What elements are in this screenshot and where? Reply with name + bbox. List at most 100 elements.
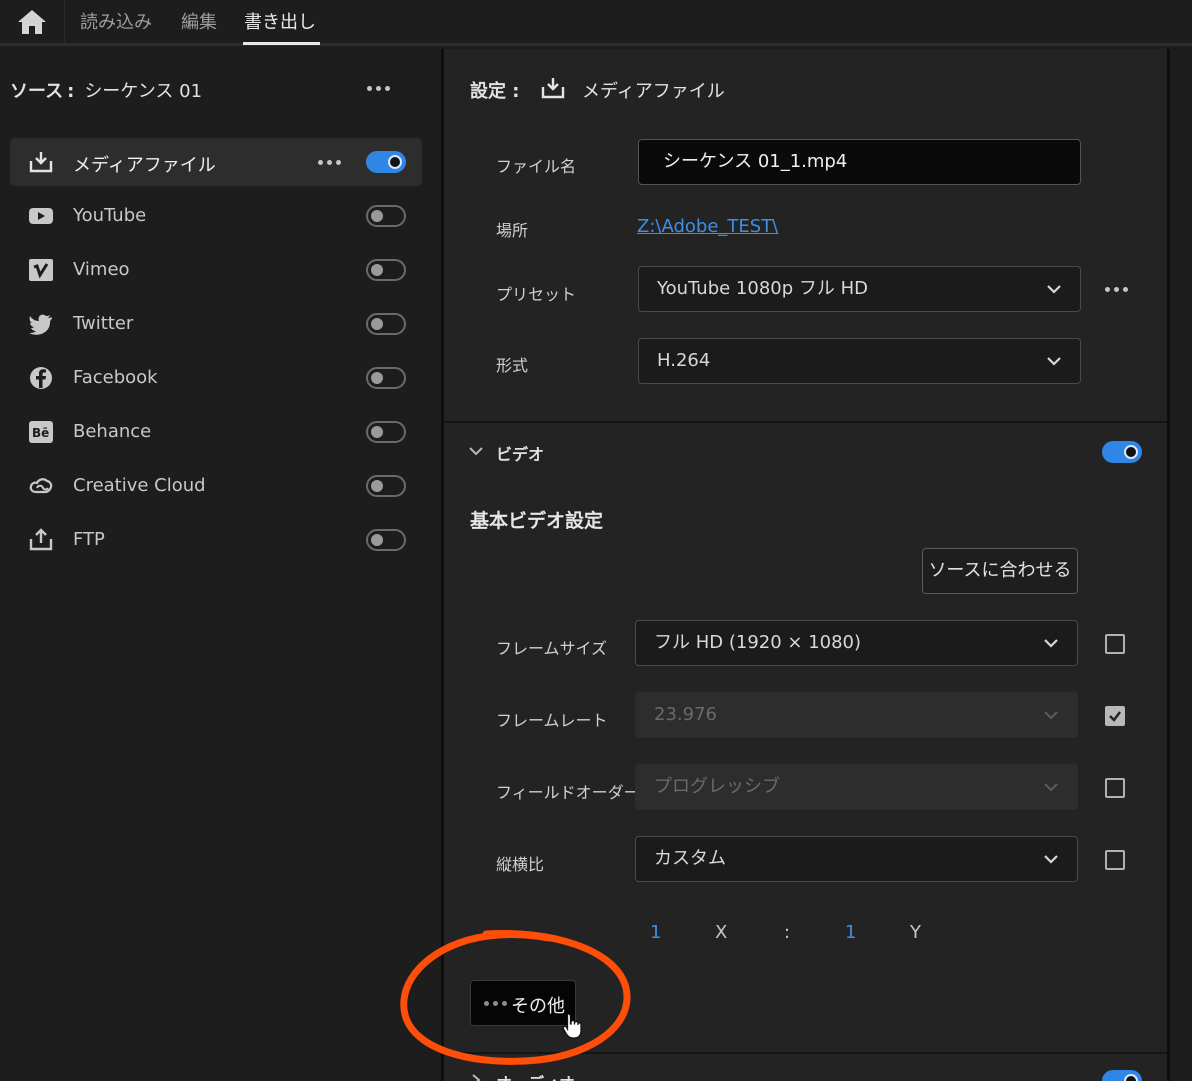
checkmark-icon [1109, 711, 1121, 722]
destination-label: Vimeo [73, 259, 130, 280]
aspect-separator: : [784, 922, 791, 943]
frame-size-checkbox[interactable] [1105, 634, 1125, 654]
twitter-toggle[interactable] [366, 313, 406, 335]
field-order-checkbox[interactable] [1105, 778, 1125, 798]
format-label: 形式 [496, 356, 529, 375]
field-order-label: フィールドオーダー [496, 783, 640, 802]
chevron-down-icon [1046, 354, 1062, 368]
chevron-down-icon [1043, 636, 1059, 650]
aspect-x-label: X [715, 922, 728, 943]
ftp-toggle[interactable] [366, 529, 406, 551]
frame-rate-checkbox[interactable] [1105, 706, 1125, 726]
destination-creative-cloud[interactable]: Creative Cloud [10, 462, 422, 510]
hand-cursor-icon [561, 1012, 585, 1040]
preset-label: プリセット [496, 285, 577, 304]
frame-rate-value: 23.976 [654, 704, 717, 725]
field-order-value: プログレッシブ [654, 776, 780, 797]
download-icon [540, 76, 566, 100]
preset-dropdown[interactable]: YouTube 1080p フル HD [638, 266, 1081, 312]
aspect-checkbox[interactable] [1105, 850, 1125, 870]
chevron-down-icon [1043, 852, 1059, 866]
upload-icon [28, 528, 54, 552]
destination-media-file[interactable]: メディアファイル [10, 138, 422, 186]
destination-label: Behance [73, 421, 152, 442]
home-icon[interactable] [16, 8, 48, 36]
download-icon [28, 150, 54, 174]
preset-value: YouTube 1080p フル HD [657, 278, 868, 299]
preset-more-icon[interactable] [1105, 287, 1128, 292]
facebook-icon [28, 366, 54, 390]
filename-input[interactable]: シーケンス 01_1.mp4 [638, 139, 1081, 185]
vimeo-toggle[interactable] [366, 259, 406, 281]
creative-cloud-toggle[interactable] [366, 475, 406, 497]
field-order-dropdown: プログレッシブ [635, 764, 1078, 810]
destination-twitter[interactable]: Twitter [10, 300, 422, 348]
section-divider [444, 1052, 1167, 1054]
frame-rate-label: フレームレート [496, 711, 608, 730]
behance-toggle[interactable] [366, 421, 406, 443]
chevron-right-icon[interactable] [468, 1073, 484, 1081]
location-label: 場所 [496, 221, 529, 240]
chevron-down-icon [1046, 282, 1062, 296]
vimeo-icon [28, 258, 54, 282]
basic-video-settings-title: 基本ビデオ設定 [470, 510, 604, 532]
frame-size-label: フレームサイズ [496, 639, 608, 658]
aspect-x-value[interactable]: 1 [650, 922, 661, 943]
filename-label: ファイル名 [496, 157, 577, 176]
destination-facebook[interactable]: Facebook [10, 354, 422, 402]
destination-label: Creative Cloud [73, 475, 206, 496]
more-icon [484, 1001, 507, 1006]
behance-icon: Bē [28, 420, 54, 444]
right-gutter [1170, 49, 1192, 1081]
frame-size-value: フル HD (1920 × 1080) [654, 632, 862, 653]
youtube-icon [28, 204, 54, 228]
tab-edit[interactable]: 編集 [181, 8, 217, 34]
video-section-label[interactable]: ビデオ [496, 441, 544, 465]
chevron-down-icon [1043, 708, 1059, 722]
frame-size-dropdown[interactable]: フル HD (1920 × 1080) [635, 620, 1078, 666]
source-more-icon[interactable] [367, 86, 390, 91]
aspect-y-value[interactable]: 1 [845, 922, 856, 943]
destination-ftp[interactable]: FTP [10, 516, 422, 564]
top-nav-bar: 読み込み 編集 書き出し [0, 0, 1192, 46]
destination-label: メディアファイル [73, 155, 216, 176]
audio-toggle[interactable] [1102, 1070, 1142, 1081]
nav-separator [64, 0, 65, 44]
aspect-value: カスタム [654, 848, 726, 869]
source-label: ソース [10, 81, 64, 102]
destination-youtube[interactable]: YouTube [10, 192, 422, 240]
section-divider [444, 421, 1167, 423]
chevron-down-icon [1043, 780, 1059, 794]
destination-label: Facebook [73, 367, 158, 388]
creative-cloud-icon [28, 474, 54, 498]
svg-text:Bē: Bē [32, 426, 49, 440]
destination-label: Twitter [73, 313, 134, 334]
audio-section-label[interactable]: オーディオ [496, 1070, 575, 1081]
tab-import[interactable]: 読み込み [80, 8, 152, 34]
media-file-toggle[interactable] [366, 151, 406, 173]
twitter-icon [28, 312, 54, 336]
format-value: H.264 [657, 350, 711, 371]
more-label: その他 [511, 996, 565, 1017]
settings-title: 設定 : [470, 81, 520, 102]
media-file-more-icon[interactable] [318, 160, 341, 165]
aspect-label: 縦横比 [496, 855, 545, 874]
facebook-toggle[interactable] [366, 367, 406, 389]
location-link[interactable]: Z:\Adobe_TEST\ [637, 216, 778, 237]
match-source-button[interactable]: ソースに合わせる [922, 548, 1078, 594]
destination-behance[interactable]: Bē Behance [10, 408, 422, 456]
destination-vimeo[interactable]: Vimeo [10, 246, 422, 294]
chevron-down-icon[interactable] [468, 444, 484, 458]
settings-panel: 設定 : メディアファイル ファイル名 シーケンス 01_1.mp4 場所 Z:… [444, 49, 1167, 1081]
format-dropdown[interactable]: H.264 [638, 338, 1081, 384]
source-colon: : [67, 81, 75, 102]
video-toggle[interactable] [1102, 441, 1142, 463]
source-name: シーケンス 01 [84, 81, 203, 102]
aspect-dropdown[interactable]: カスタム [635, 836, 1078, 882]
youtube-toggle[interactable] [366, 205, 406, 227]
tab-export[interactable]: 書き出し [244, 8, 316, 34]
destination-label: FTP [73, 529, 105, 550]
destination-label: YouTube [73, 205, 147, 226]
source-title: ソース: シーケンス 01 [10, 77, 202, 103]
destination-panel: ソース: シーケンス 01 メディアファイル YouTube Vimeo Twit… [0, 49, 441, 1081]
